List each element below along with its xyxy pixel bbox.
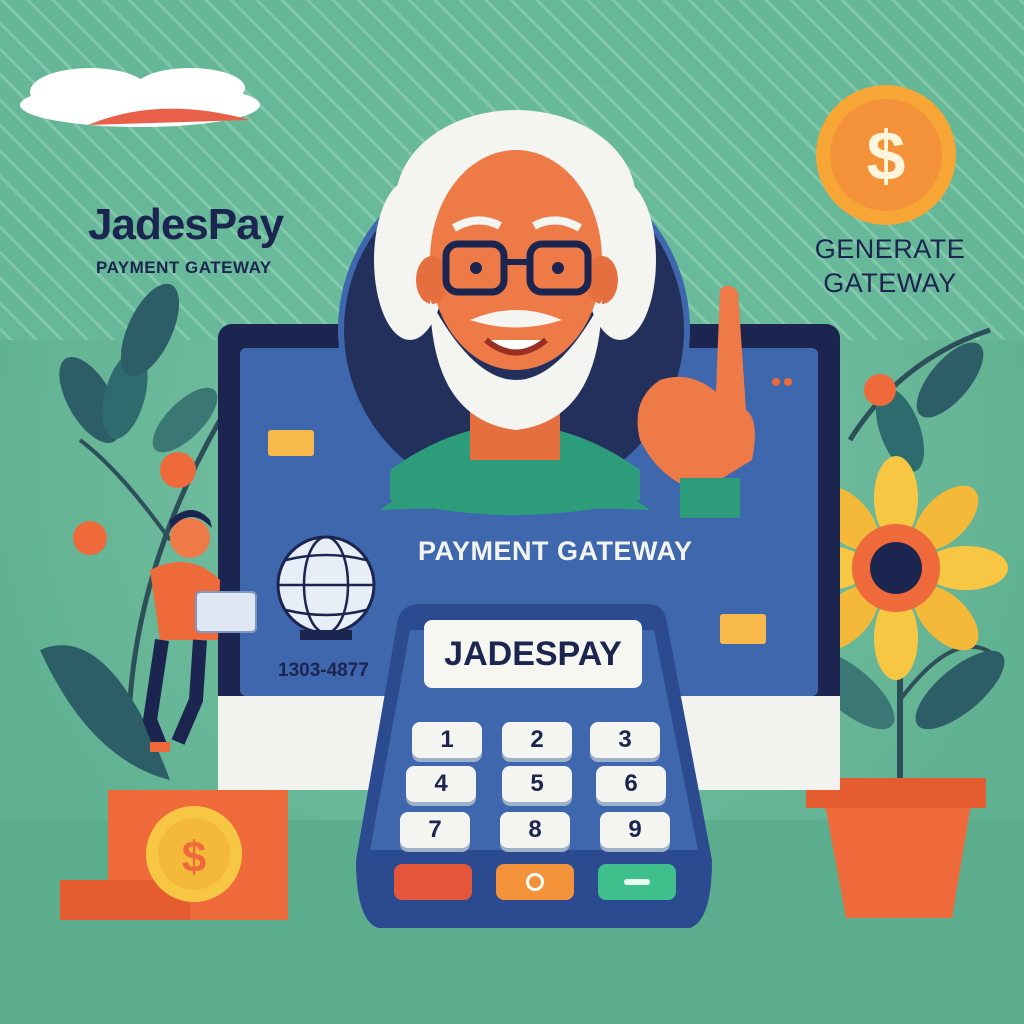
- svg-text:$: $: [182, 833, 206, 882]
- dash-icon: [624, 879, 650, 885]
- key-2[interactable]: 2: [502, 722, 572, 758]
- screen-title: PAYMENT GATEWAY: [418, 536, 693, 566]
- key-6[interactable]: 6: [596, 766, 666, 802]
- brand-subtitle: PAYMENT GATEWAY: [96, 258, 272, 277]
- brand-block: JadesPay PAYMENT GATEWAY: [88, 200, 284, 278]
- key-9[interactable]: 9: [600, 812, 670, 848]
- cancel-key[interactable]: [394, 864, 472, 900]
- key-4[interactable]: 4: [406, 766, 476, 802]
- svg-text:$: $: [867, 117, 906, 195]
- key-5[interactable]: 5: [502, 766, 572, 802]
- key-7[interactable]: 7: [400, 812, 470, 848]
- dollar-coin-icon: $: [816, 85, 956, 225]
- clear-key[interactable]: [496, 864, 574, 900]
- generate-gateway-label: GENERATE GATEWAY: [790, 232, 990, 300]
- brand-name: JadesPay: [88, 200, 284, 249]
- key-1[interactable]: 1: [412, 722, 482, 758]
- terminal-display: JADESPAY: [424, 620, 642, 688]
- generate-line2: GATEWAY: [823, 268, 957, 298]
- generate-line1: GENERATE: [814, 234, 966, 264]
- card-number: 1303-4877: [278, 660, 369, 681]
- circle-icon: [526, 873, 544, 891]
- key-3[interactable]: 3: [590, 722, 660, 758]
- enter-key[interactable]: [598, 864, 676, 900]
- key-8[interactable]: 8: [500, 812, 570, 848]
